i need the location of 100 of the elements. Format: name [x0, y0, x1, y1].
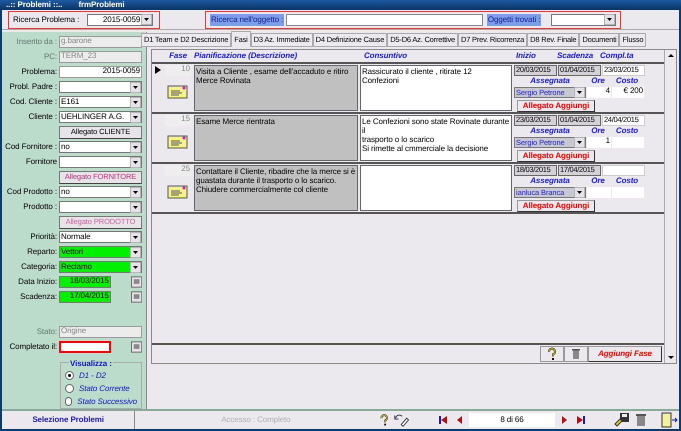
undo-edit-button[interactable]: [392, 412, 409, 428]
field-label: Fornitore: [26, 158, 57, 166]
radio-option[interactable]: D1 - D2: [65, 370, 137, 381]
column-header: Costo: [614, 127, 640, 136]
field-label: Cod Prodotto :: [6, 188, 57, 196]
column-header: Costo: [614, 77, 640, 86]
delete-button[interactable]: [564, 346, 588, 362]
field-label: Cod Fornitore :: [5, 143, 57, 151]
field-label: Probl. Padre :: [9, 83, 57, 91]
field-label: Stato:: [36, 328, 57, 336]
window-title: ..:: Problemi ::..: [6, 1, 62, 9]
consuntivo-cell: Le Confezioni sono state Rovinate durante il trasporto o lo scarico Si rimette al cmmerciale la decisione: [360, 115, 512, 161]
dropdown-arrow-icon[interactable]: [604, 14, 615, 25]
dropdown-arrow-icon[interactable]: [130, 82, 141, 92]
dropdown-arrow-icon[interactable]: [130, 186, 141, 198]
object-search-field[interactable]: [286, 14, 483, 26]
dropdown-arrow-icon[interactable]: [130, 156, 141, 168]
dropdown-arrow-icon[interactable]: [574, 187, 585, 198]
found-objects-field[interactable]: [551, 14, 616, 26]
date-field[interactable]: [59, 341, 111, 353]
field-label: Priorità:: [30, 233, 57, 241]
radio-option[interactable]: Stato Corrente: [65, 383, 137, 394]
hours-field[interactable]: 4: [587, 87, 611, 98]
dropdown-field[interactable]: [59, 81, 142, 93]
calendar-button[interactable]: [130, 276, 142, 288]
problem-search-field[interactable]: 2015-0059: [87, 14, 154, 26]
column-header: Compl.ta: [600, 52, 634, 60]
field-label: Reparto:: [27, 248, 57, 256]
note-icon[interactable]: [167, 84, 189, 100]
dropdown-arrow-icon[interactable]: [130, 246, 141, 258]
column-header: Ore: [590, 127, 606, 136]
radio-button[interactable]: [65, 397, 72, 406]
dropdown-field[interactable]: no: [59, 141, 142, 153]
column-header: Costo: [614, 177, 640, 186]
save-record-button[interactable]: [612, 412, 631, 428]
column-header: Ore: [590, 177, 606, 186]
text-field[interactable]: 2015-0059: [59, 66, 142, 78]
dropdown-arrow-icon[interactable]: [130, 142, 141, 152]
dropdown-field[interactable]: Vettori: [59, 246, 142, 258]
dropdown-arrow-icon[interactable]: [141, 14, 152, 25]
exit-door-icon[interactable]: [658, 412, 679, 428]
dropdown-field[interactable]: [59, 201, 142, 213]
column-header: Pianificazione (Descrizione): [193, 52, 298, 60]
radio-button[interactable]: [65, 371, 74, 380]
description-cell: Contattare il Cliente, ribadire che la merce si è guastata durante il trasporto o lo scarico. Chiudere commercialmente col cliente: [194, 165, 358, 211]
date-field[interactable]: 17/04/2015: [59, 291, 111, 303]
radio-button[interactable]: [65, 384, 74, 393]
dropdown-field[interactable]: Reclamo: [59, 261, 142, 273]
scrollbar[interactable]: [664, 50, 676, 363]
calendar-button[interactable]: [130, 291, 142, 303]
form-name: frmProblemi: [78, 1, 124, 9]
dropdown-arrow-icon[interactable]: [130, 262, 141, 272]
column-header: Inizio: [515, 52, 537, 60]
dropdown-field[interactable]: Normale: [59, 231, 142, 243]
field-label: Data Inizio:: [18, 278, 57, 286]
field-label: Prodotto :: [23, 203, 57, 211]
description-cell: Visita a Cliente , esame dell'accaduto e ritiro Merce Rovinata: [194, 65, 358, 111]
cost-field[interactable]: € 200: [612, 87, 644, 98]
column-header: Fase: [168, 52, 188, 60]
found-label: Oggetti trovati :: [486, 14, 542, 26]
consuntivo-cell: Rassicurato il cliente , ritirate 12 Confezioni: [360, 65, 512, 111]
dropdown-arrow-icon[interactable]: [130, 112, 141, 122]
note-icon[interactable]: [167, 184, 189, 200]
access-label: Accesso : Completo: [221, 416, 292, 424]
hours-field[interactable]: [587, 187, 611, 198]
field-label: Inserito da :: [16, 38, 57, 46]
hours-field[interactable]: 1: [587, 137, 611, 148]
dropdown-arrow-icon[interactable]: [130, 96, 141, 108]
help-button[interactable]: [540, 346, 564, 362]
calendar-button[interactable]: [130, 341, 142, 353]
search-label: Ricerca nell'oggetto :: [210, 14, 284, 26]
field-label: Cod. Cliente :: [10, 98, 57, 106]
field-label: Cliente :: [28, 113, 57, 121]
note-icon[interactable]: [167, 134, 189, 150]
group-title: Visualizza :: [69, 360, 113, 368]
dropdown-field[interactable]: no: [59, 186, 142, 198]
field-label: Scadenza:: [20, 293, 57, 301]
record-counter[interactable]: 8 di 66: [468, 413, 555, 427]
field-label: Categoria:: [21, 263, 57, 271]
date-field[interactable]: [602, 165, 645, 176]
column-header: Scadenza: [557, 52, 594, 60]
column-header: Assegnata: [529, 177, 571, 186]
field-label: Completato il:: [9, 343, 57, 351]
column-header: Consuntivo: [363, 52, 408, 60]
description-cell: Esame Merce rientrata: [194, 115, 358, 161]
dropdown-arrow-icon[interactable]: [130, 232, 141, 242]
dropdown-arrow-icon[interactable]: [574, 137, 585, 148]
dropdown-field[interactable]: UEHLINGER A.G.: [59, 111, 142, 123]
dropdown-field[interactable]: E161: [59, 96, 142, 108]
dropdown-field[interactable]: [59, 156, 142, 168]
column-header: Ore: [590, 77, 606, 86]
search-label: Ricerca Problema :: [13, 16, 80, 24]
radio-option[interactable]: Stato Successivo: [65, 396, 137, 407]
phase-number: 15: [165, 115, 191, 126]
dropdown-arrow-icon[interactable]: [130, 202, 141, 212]
date-field[interactable]: 18/03/2015: [59, 276, 111, 288]
dropdown-arrow-icon[interactable]: [574, 87, 585, 98]
phase-number: 10: [165, 65, 191, 76]
field-label: Problema:: [21, 68, 57, 76]
phase-number: 25: [165, 165, 191, 176]
